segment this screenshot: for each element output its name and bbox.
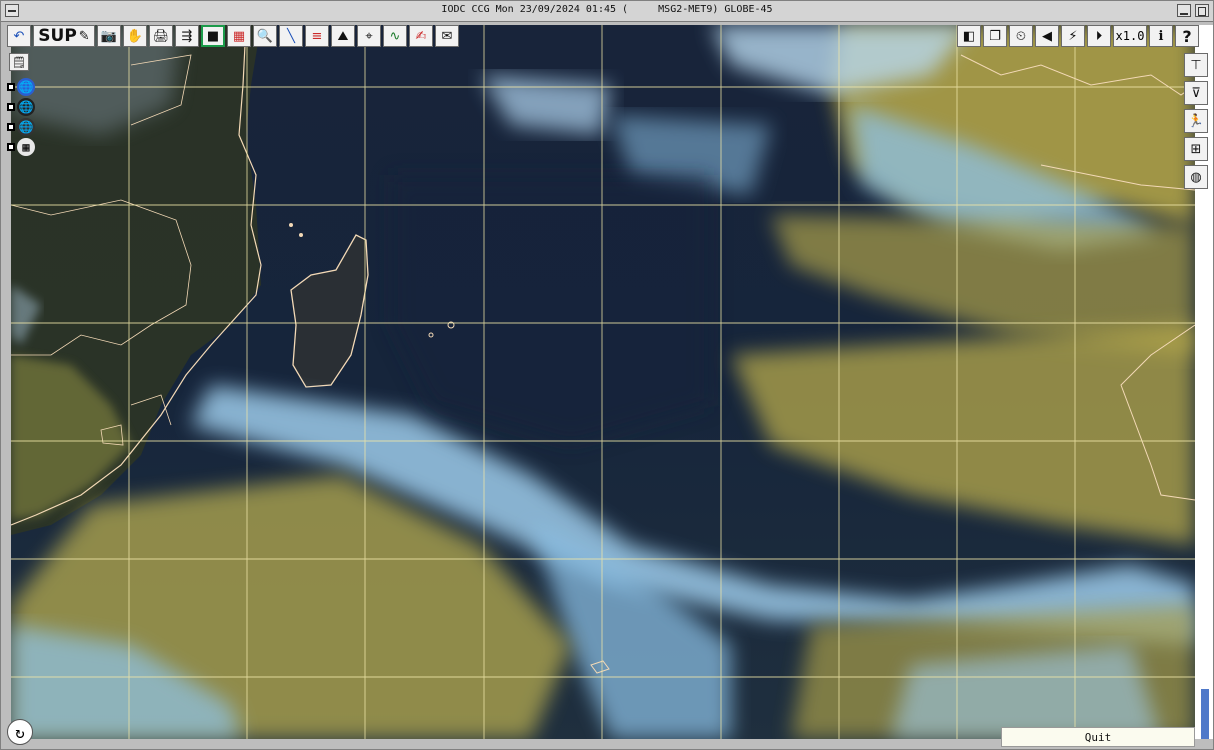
- help-icon[interactable]: ?: [1175, 25, 1199, 47]
- sup-button[interactable]: SUP ✎: [33, 25, 95, 47]
- note-icon[interactable]: 🗒: [9, 53, 29, 71]
- layer-checkbox[interactable]: [7, 103, 15, 111]
- info-icon[interactable]: i: [1149, 25, 1173, 47]
- funnel-icon[interactable]: ⊽: [1184, 81, 1208, 105]
- satellite-image[interactable]: [11, 25, 1195, 739]
- grid-icon[interactable]: ⊞: [1184, 137, 1208, 161]
- maximize-button[interactable]: [1195, 4, 1209, 17]
- line-icon[interactable]: ╲: [279, 25, 303, 47]
- zoom-icon[interactable]: 🔍: [253, 25, 277, 47]
- animation-toolbar: ◧ ❐ ⏲ ◀ ⚡ ⏵ x1.0 i ?: [957, 25, 1199, 47]
- loop-icon[interactable]: ↻: [7, 719, 33, 745]
- satellite-canvas: [11, 25, 1195, 739]
- app-window: IODC CCG Mon 23/09/2024 01:45 ( MSG2-MET…: [0, 0, 1214, 750]
- sup-label: SUP: [38, 26, 77, 46]
- layer-checkbox[interactable]: [7, 143, 15, 151]
- layer-checkbox[interactable]: [7, 83, 15, 91]
- quit-button[interactable]: Quit: [1001, 727, 1195, 747]
- frame-red-icon[interactable]: ▦: [227, 25, 251, 47]
- curve-icon[interactable]: ∿: [383, 25, 407, 47]
- right-tools: ⊤ ⊽ 🏃 ⊞ ◍: [1184, 53, 1208, 189]
- window-title: IODC CCG Mon 23/09/2024 01:45 ( MSG2-MET…: [441, 4, 773, 15]
- layer-list: 🌐 🌐 🌐 ▦: [7, 77, 37, 157]
- layer-item[interactable]: ▦: [7, 137, 37, 157]
- globe-layer-icon: 🌐: [17, 118, 35, 136]
- layer-checkbox[interactable]: [7, 123, 15, 131]
- grid-lines-icon[interactable]: ≡: [305, 25, 329, 47]
- main-toolbar: ↶ SUP ✎ 📷 ✋ 🖨 ⇶ ■ ▦ 🔍 ╲ ≡ ⛰ ⌖ ∿ ✍ ✉: [7, 25, 459, 47]
- print-icon[interactable]: 🖨: [149, 25, 173, 47]
- zoom-level-button[interactable]: x1.0: [1113, 25, 1147, 47]
- export-icon[interactable]: ⇶: [175, 25, 199, 47]
- frame-black-icon[interactable]: ■: [201, 25, 225, 47]
- previous-icon[interactable]: ◀: [1035, 25, 1059, 47]
- layer-item[interactable]: 🌐: [7, 77, 37, 97]
- layer-item[interactable]: 🌐: [7, 117, 37, 137]
- grid-layer-icon: ▦: [17, 138, 35, 156]
- palette-icon[interactable]: ◍: [1184, 165, 1208, 189]
- camera-icon[interactable]: 📷: [97, 25, 121, 47]
- scroll-thumb[interactable]: [1201, 689, 1209, 739]
- layers-icon[interactable]: ❐: [983, 25, 1007, 47]
- timer-icon[interactable]: ⏲: [1009, 25, 1033, 47]
- pencil-icon: ✎: [78, 28, 90, 44]
- contrast-icon[interactable]: ◧: [957, 25, 981, 47]
- next-icon[interactable]: ⏵: [1087, 25, 1111, 47]
- globe-layer-icon: 🌐: [17, 98, 35, 116]
- run-icon[interactable]: 🏃: [1184, 109, 1208, 133]
- title-bar: IODC CCG Mon 23/09/2024 01:45 ( MSG2-MET…: [1, 1, 1213, 22]
- minimize-button[interactable]: [1177, 4, 1191, 17]
- hand-icon[interactable]: ✋: [123, 25, 147, 47]
- layer-item[interactable]: 🌐: [7, 97, 37, 117]
- globe-layer-icon: 🌐: [17, 78, 35, 96]
- back-button[interactable]: ↶: [7, 25, 31, 47]
- pause-icon[interactable]: ⚡: [1061, 25, 1085, 47]
- palette-edit-icon[interactable]: ✍: [409, 25, 433, 47]
- document-icon[interactable]: ✉: [435, 25, 459, 47]
- terrain-icon[interactable]: ⛰: [331, 25, 355, 47]
- target-icon[interactable]: ⌖: [357, 25, 381, 47]
- filter-icon[interactable]: ⊤: [1184, 53, 1208, 77]
